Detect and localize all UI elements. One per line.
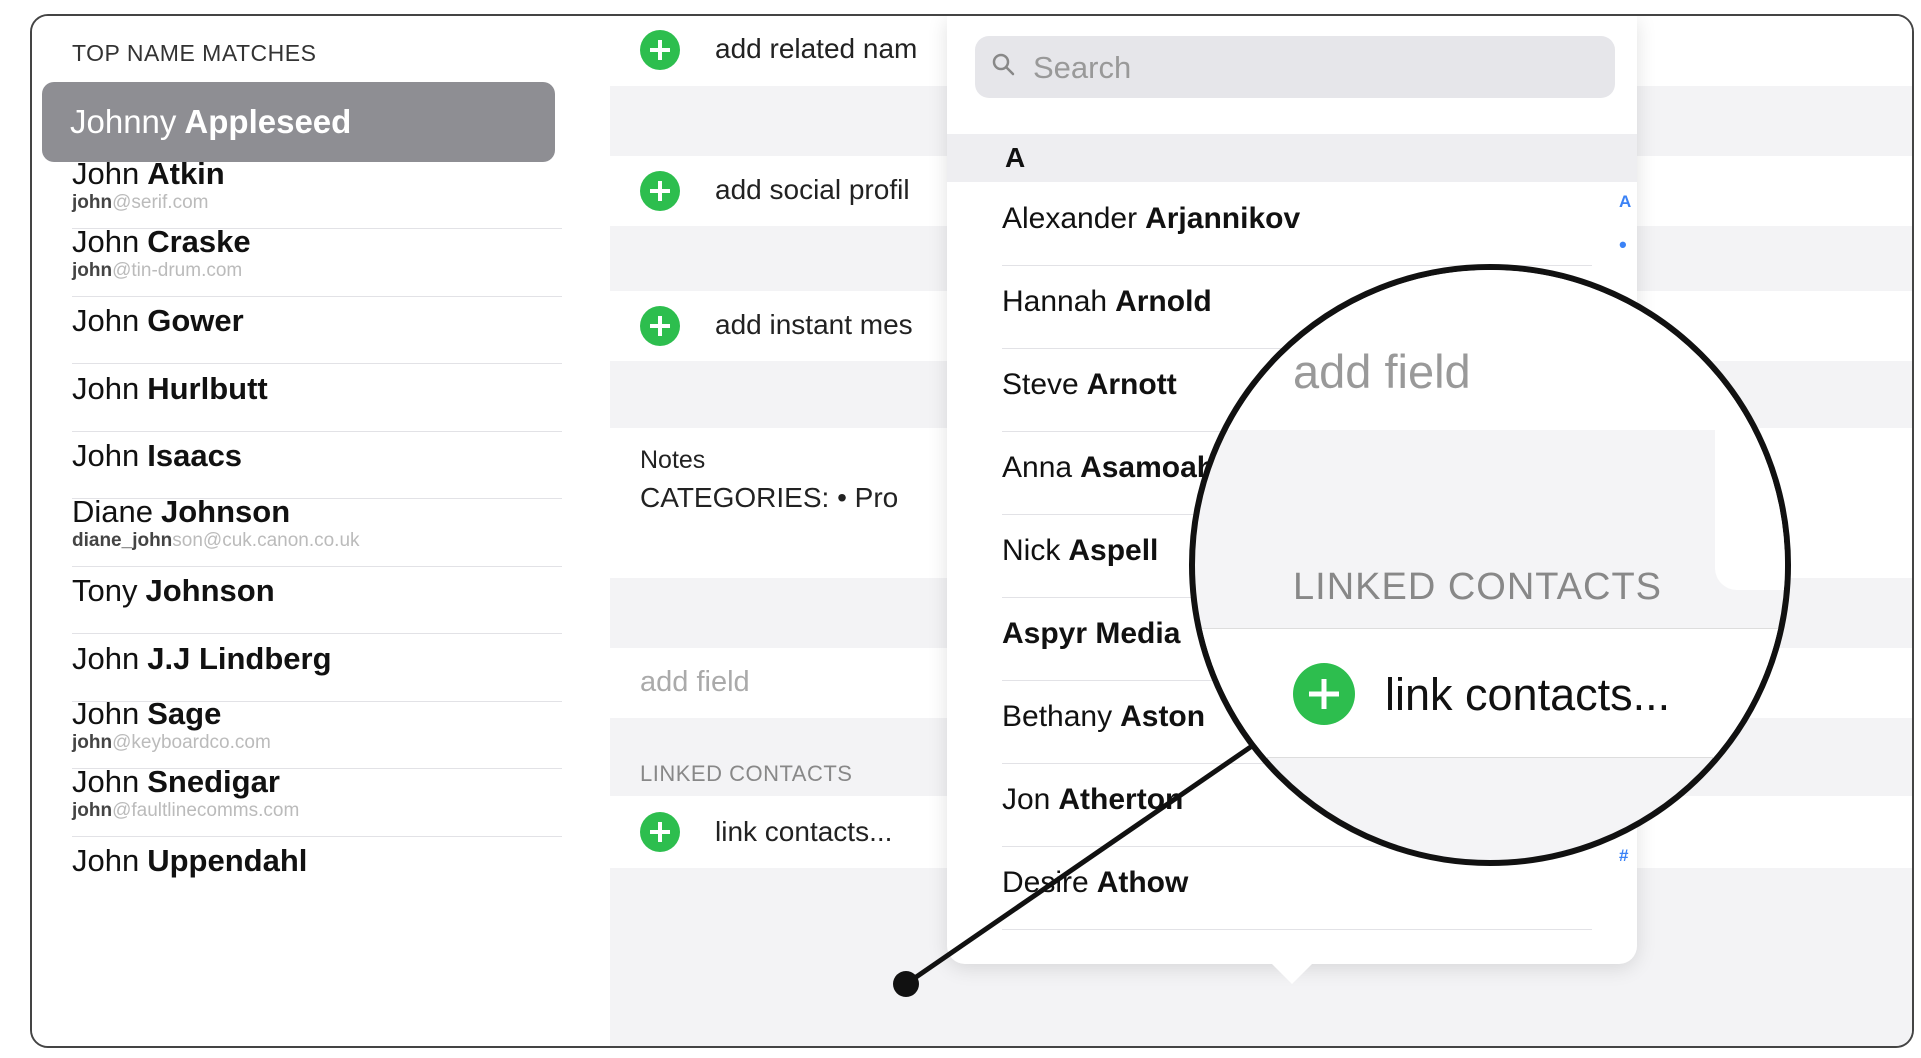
screenshot-frame: TOP NAME MATCHES Johnny Appleseed John At… bbox=[30, 14, 1914, 1048]
callout-pointer bbox=[893, 743, 1254, 997]
